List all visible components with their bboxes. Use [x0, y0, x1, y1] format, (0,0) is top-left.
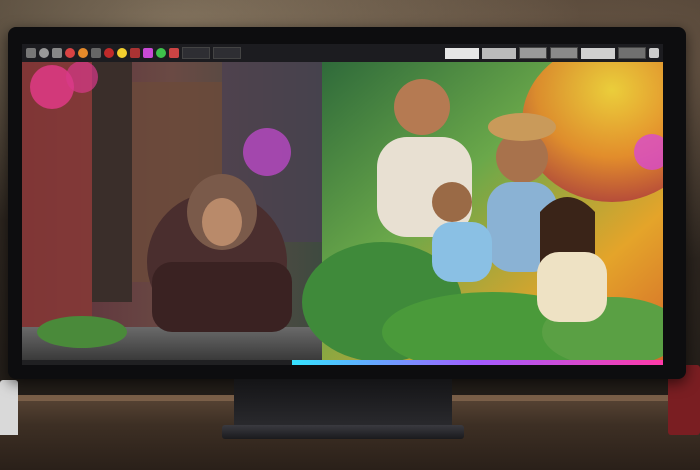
color-orange-icon[interactable]	[78, 48, 88, 58]
layers-icon[interactable]	[143, 48, 153, 58]
tool-option-field[interactable]	[519, 47, 547, 59]
progress-bar	[292, 360, 663, 365]
toolbar-swatch[interactable]	[445, 47, 479, 59]
app-toolbar	[22, 44, 663, 62]
monitor-screen	[22, 44, 663, 365]
tool-option-field[interactable]	[550, 47, 578, 59]
artwork-illustration	[22, 62, 663, 360]
tool-option-field[interactable]	[618, 47, 646, 59]
brush-icon[interactable]	[39, 48, 49, 58]
color-yellow-icon[interactable]	[117, 48, 127, 58]
status-bar	[22, 360, 663, 365]
color-red-icon[interactable]	[65, 48, 75, 58]
monitor-base	[222, 425, 464, 439]
toolbar-swatch[interactable]	[482, 47, 516, 59]
tool-option-field[interactable]	[182, 47, 210, 59]
settings-icon[interactable]	[649, 48, 659, 58]
monitor-stand	[234, 379, 452, 427]
eraser-icon[interactable]	[52, 48, 62, 58]
side-object	[0, 380, 18, 435]
circle-icon[interactable]	[169, 48, 179, 58]
menu-icon[interactable]	[26, 48, 36, 58]
toolbar-swatch[interactable]	[581, 47, 615, 59]
color-green-icon[interactable]	[156, 48, 166, 58]
rect-icon[interactable]	[91, 48, 101, 58]
artwork-canvas[interactable]	[22, 62, 663, 360]
pen-icon[interactable]	[130, 48, 140, 58]
tool-option-field[interactable]	[213, 47, 241, 59]
color-red-icon[interactable]	[104, 48, 114, 58]
